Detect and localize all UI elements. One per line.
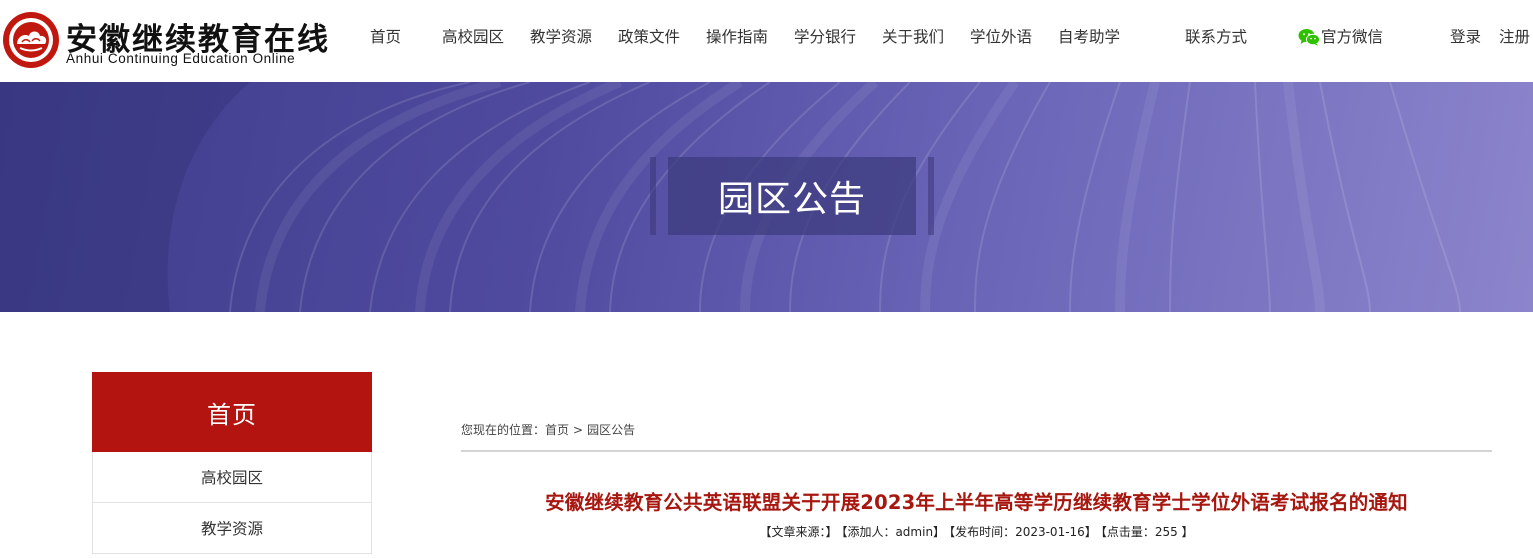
banner-title-right-edge (928, 157, 934, 235)
red-cloud-seal-icon (3, 12, 59, 68)
wechat-label: 官方微信 (1321, 28, 1384, 46)
breadcrumb: 您现在的位置：首页 > 园区公告 (461, 421, 635, 438)
breadcrumb-current-link[interactable]: 园区公告 (587, 423, 635, 437)
article-title: 安徽继续教育公共英语联盟关于开展2023年上半年高等学历继续教育学士学位外语考试… (545, 491, 1408, 514)
login-link[interactable]: 登录 (1450, 27, 1481, 47)
nav-guide[interactable]: 操作指南 (706, 27, 768, 47)
breadcrumb-separator: > (573, 423, 584, 437)
article-author: 【添加人：admin】 (841, 525, 946, 539)
breadcrumb-prefix: 您现在的位置： (461, 423, 546, 437)
site-header: 安徽继续教育在线 Anhui Continuing Education Onli… (0, 0, 1533, 82)
breadcrumb-home-link[interactable]: 首页 (545, 423, 569, 437)
site-logo[interactable]: 安徽继续教育在线 Anhui Continuing Education Onli… (2, 8, 328, 72)
banner-title: 园区公告 (717, 179, 866, 220)
banner-title-box: 园区公告 (668, 157, 916, 235)
logo-title-en: Anhui Continuing Education Online (66, 51, 296, 66)
content-divider (461, 450, 1492, 452)
nav-degree-language[interactable]: 学位外语 (970, 27, 1032, 47)
article-view-count: 【点击量：255 】 (1100, 525, 1194, 539)
banner-title-panel: 园区公告 (650, 157, 934, 235)
nav-contact[interactable]: 联系方式 (1185, 27, 1247, 47)
article-meta: 【文章来源：】 【添加人：admin】 【发布时间：2023-01-16】 【点击量：… (461, 523, 1492, 540)
nav-policy[interactable]: 政策文件 (618, 27, 680, 47)
article-publish-date: 【发布时间：2023-01-16】 (949, 525, 1097, 539)
sidebar: 首页 高校园区 教学资源 (92, 372, 372, 554)
nav-home[interactable]: 首页 (370, 27, 401, 47)
nav-campus[interactable]: 高校园区 (442, 27, 504, 47)
nav-resources[interactable]: 教学资源 (530, 27, 592, 47)
sidebar-header[interactable]: 首页 (92, 372, 372, 452)
nav-credit-bank[interactable]: 学分银行 (794, 27, 856, 47)
sidebar-item-resources[interactable]: 教学资源 (92, 503, 372, 554)
sidebar-item-campus[interactable]: 高校园区 (92, 452, 372, 503)
register-link[interactable]: 注册 (1499, 27, 1530, 47)
nav-about[interactable]: 关于我们 (882, 27, 944, 47)
wechat-icon (1298, 29, 1320, 46)
nav-wechat[interactable]: 官方微信 (1298, 27, 1383, 47)
article-source: 【文章来源：】 (759, 525, 838, 539)
page-banner: 园区公告 (0, 82, 1533, 312)
nav-self-study[interactable]: 自考助学 (1058, 27, 1120, 47)
banner-title-left-edge (650, 157, 656, 235)
